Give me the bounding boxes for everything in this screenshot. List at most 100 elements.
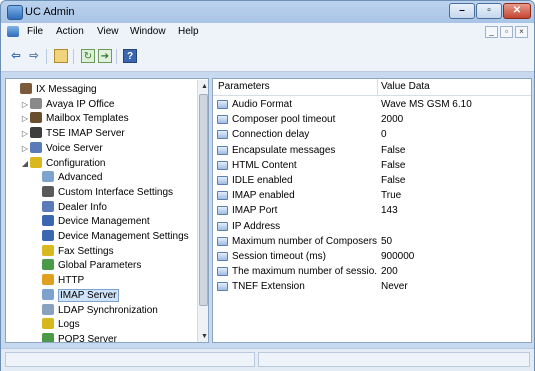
expand-toggle-icon[interactable]: ▷ [20,127,30,141]
tree-item-voice-server[interactable]: ▷ Voice Server [20,141,103,156]
expand-toggle-icon[interactable]: ◢ [20,157,30,171]
menu-view[interactable]: View [97,26,119,37]
tree-item-imap-server[interactable]: IMAP Server [32,288,119,303]
tree-item-label: Global Parameters [58,260,142,272]
parameter-name: HTML Content [232,159,297,171]
tree-item-avaya-ip-office[interactable]: ▷ Avaya IP Office [20,97,115,112]
tree-item-global-parameters[interactable]: Global Parameters [32,259,141,273]
tree-item-dealer-info[interactable]: Dealer Info [32,200,107,215]
advanced-icon [42,171,54,183]
logs-icon [42,318,54,330]
tree-item-pop3-server[interactable]: POP3 Server [32,332,117,342]
tree-item-configuration[interactable]: ◢ Configuration [20,156,106,171]
device-management-settings-icon [42,230,54,241]
messaging-icon [20,83,32,94]
column-header-parameters[interactable]: Parameters [218,81,270,92]
mailbox-templates-icon [30,112,42,124]
parameter-icon [217,221,228,231]
parameter-value: True [381,190,402,202]
back-arrow-icon[interactable]: ⇦ [9,49,23,63]
tree-item-label: TSE IMAP Server [46,128,125,140]
dealer-info-icon [42,200,54,212]
tree-item-tse-imap-server[interactable]: ▷ TSE IMAP Server [20,127,125,141]
expand-toggle-icon[interactable]: ▷ [20,142,30,156]
parameter-value: False [381,175,406,186]
parameters-list: Parameters Value Data Audio Format Wave M… [212,78,532,343]
column-divider[interactable] [377,79,378,95]
list-item[interactable]: Maximum number of Composers 50 [213,234,531,249]
parameter-name: Connection delay [232,129,310,141]
expand-toggle-icon[interactable]: ▷ [20,98,30,112]
forward-arrow-icon[interactable]: ⇨ [27,49,41,63]
tree-item-mailbox-templates[interactable]: ▷ Mailbox Templates [20,112,129,126]
title-bar[interactable]: UC Admin – ▫ ✕ [1,1,534,23]
list-item[interactable]: IMAP Port 143 [213,203,531,218]
parameter-value: False [381,159,406,171]
child-restore-button[interactable]: ▫ [500,26,513,38]
parameter-name: TNEF Extension [232,281,305,293]
toolbar: ⇦ ⇨ ↻ ➔ ? [1,41,534,72]
list-item[interactable]: HTML Content False [213,158,531,173]
system-menu-icon[interactable] [7,26,19,37]
menu-help[interactable]: Help [178,26,199,37]
column-header-value-data[interactable]: Value Data [381,81,430,92]
navigation-tree[interactable]: IX Messaging ▷ Avaya IP Office ▷ Mailbox Tem… [5,78,209,343]
tree-item-advanced[interactable]: Advanced [32,171,102,185]
custom-interface-icon [42,185,54,197]
tree-item-device-management[interactable]: Device Management [32,215,150,229]
export-list-icon[interactable]: ➔ [98,49,112,63]
child-minimize-button[interactable]: _ [485,26,498,38]
minimize-button[interactable]: – [449,3,475,19]
parameter-value: 2000 [381,114,404,126]
toolbar-separator [116,49,117,64]
tree-item-label: IX Messaging [36,84,97,95]
tse-imap-server-icon [30,127,42,139]
parameter-name: Session timeout (ms) [232,251,326,262]
tree-scrollbar[interactable]: ▲ ▼ [197,80,208,342]
fax-settings-icon [42,244,54,256]
tree-item-http[interactable]: HTTP [32,274,84,288]
expand-toggle-icon[interactable]: ▷ [20,112,30,126]
tree-item-ldap-synchronization[interactable]: LDAP Synchronization [32,303,158,318]
tree-item-device-management-settings[interactable]: Device Management Settings [32,230,189,244]
window-title: UC Admin [25,6,75,18]
help-icon[interactable]: ? [123,49,137,63]
tree-item-fax-settings[interactable]: Fax Settings [32,244,114,259]
refresh-icon[interactable]: ↻ [81,49,95,63]
list-item[interactable]: Encapsulate messages False [213,143,531,158]
scrollbar-thumb[interactable] [199,94,208,306]
up-folder-icon[interactable] [54,49,68,63]
parameter-icon [217,267,228,277]
maximize-button[interactable]: ▫ [476,3,502,19]
ldap-sync-icon [42,303,54,315]
parameter-value: 0 [381,129,387,141]
menu-file[interactable]: File [27,26,43,37]
list-item[interactable]: The maximum number of sessio... 200 [213,264,531,279]
tree-item-label: Avaya IP Office [46,98,115,110]
list-item[interactable]: Composer pool timeout 2000 [213,112,531,127]
child-close-button[interactable]: × [515,26,528,38]
parameter-icon [217,145,228,155]
menu-action[interactable]: Action [56,26,84,37]
list-item[interactable]: Audio Format Wave MS GSM 6.10 [213,97,531,112]
list-item[interactable]: Session timeout (ms) 900000 [213,249,531,264]
list-item[interactable]: IDLE enabled False [213,173,531,188]
tree-item-label: Configuration [46,157,106,169]
tree-item-custom-interface-settings[interactable]: Custom Interface Settings [32,185,173,200]
list-item[interactable]: IP Address [213,219,531,234]
list-item[interactable]: Connection delay 0 [213,127,531,142]
uc-admin-app-icon [7,5,23,20]
list-item[interactable]: IMAP enabled True [213,188,531,203]
tree-item-ix-messaging[interactable]: IX Messaging [10,83,97,97]
scroll-down-arrow-icon[interactable]: ▼ [201,333,208,340]
parameter-icon [217,115,228,125]
status-pane-right [258,352,530,367]
close-button[interactable]: ✕ [503,3,531,19]
toolbar-separator [46,49,47,64]
tree-item-logs[interactable]: Logs [32,318,80,332]
list-item[interactable]: TNEF Extension Never [213,279,531,294]
menu-window[interactable]: Window [130,26,166,37]
parameter-name: IMAP Port [232,205,278,217]
scroll-up-arrow-icon[interactable]: ▲ [201,83,208,90]
tree-item-label: Fax Settings [58,245,114,257]
